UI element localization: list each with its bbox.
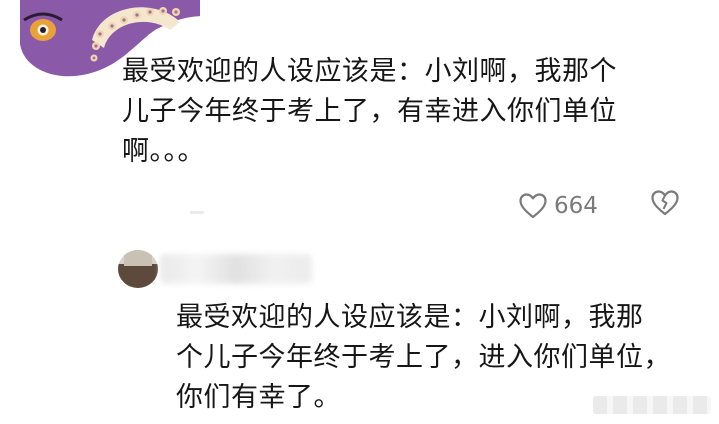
divider-mark [190, 211, 204, 214]
comment-1-line-1: 最受欢迎的人设应该是：小刘啊，我那个 [122, 56, 617, 87]
comment-2-line-2: 个儿子今年终于考上了，进入你们单位， [176, 342, 671, 373]
commenter-avatar-2[interactable] [118, 250, 158, 288]
comment-2-line-1: 最受欢迎的人设应该是：小刘啊，我那 [176, 302, 644, 333]
like-count: 664 [554, 193, 598, 219]
like-button[interactable]: 664 [518, 192, 598, 220]
heart-outline-icon [519, 193, 547, 219]
comment-1-actions: 664 [518, 186, 679, 226]
dislike-button[interactable] [650, 189, 680, 221]
comment-1-text: 最受欢迎的人设应该是：小刘啊，我那个 儿子今年终于考上了，有幸进入你们单位 啊。。。 [122, 52, 617, 172]
commenter-name-blurred[interactable] [160, 254, 312, 284]
comment-1-line-2: 儿子今年终于考上了，有幸进入你们单位 [122, 96, 617, 127]
broken-heart-icon [651, 190, 679, 216]
watermark [593, 396, 711, 414]
avatar-image [118, 250, 158, 288]
comment-1-line-3: 啊。。。 [122, 136, 205, 167]
